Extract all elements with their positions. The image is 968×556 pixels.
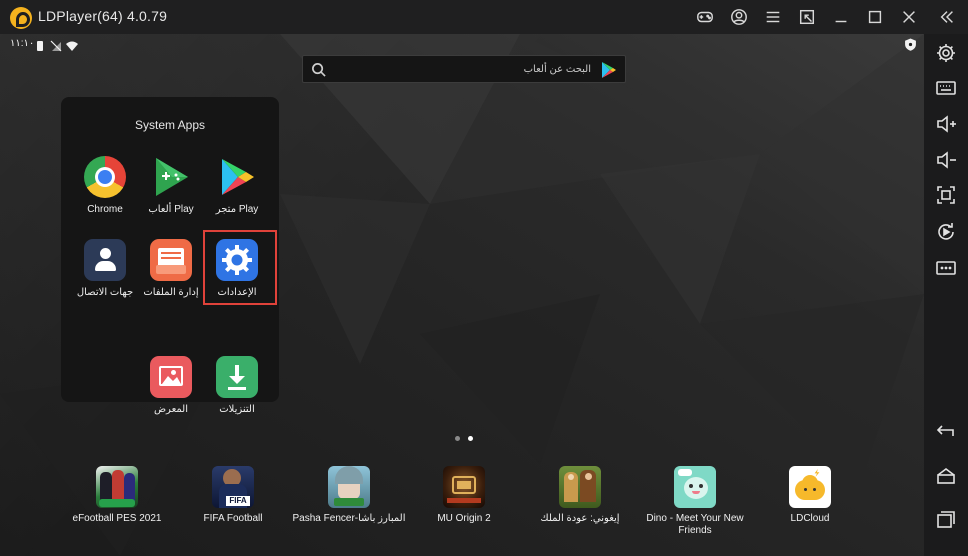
chrome-icon: [84, 156, 126, 198]
minimize-icon[interactable]: [830, 6, 852, 28]
volume-up-icon[interactable]: [935, 113, 957, 135]
folder-title: System Apps: [134, 118, 206, 132]
status-clock: ١١:١٠: [10, 38, 35, 49]
ldplayer-window: LDPlayer(64) 4.0.79 ١١:١٠ البحث عن ألعاب…: [0, 0, 968, 556]
status-bar: ١١:١٠: [0, 34, 924, 56]
menu-icon[interactable]: [762, 6, 784, 28]
account-icon[interactable]: [728, 6, 750, 28]
volume-down-icon[interactable]: [935, 149, 957, 171]
app-play-store[interactable]: متجر Play: [201, 156, 271, 218]
maximize-icon[interactable]: [864, 6, 886, 28]
mini-mode-icon[interactable]: [796, 6, 818, 28]
play-games-icon: [150, 156, 192, 198]
app-label: متجر Play: [215, 204, 259, 215]
operation-record-icon[interactable]: [935, 221, 957, 243]
settings-gear-icon[interactable]: [935, 42, 957, 64]
game-search-bar[interactable]: البحث عن ألعاب: [302, 55, 626, 83]
wifi-icon: [66, 39, 78, 57]
dock-app-label: إيغوني: عودة الملك: [540, 513, 620, 524]
dock-app-label: MU Origin 2: [437, 513, 491, 524]
window-title: LDPlayer(64) 4.0.79: [38, 8, 168, 24]
gallery-icon: [150, 356, 192, 398]
back-icon[interactable]: [935, 420, 957, 442]
selected-app-highlight: [203, 230, 277, 305]
dock-app-label: eFootball PES 2021: [72, 513, 162, 524]
title-bar: LDPlayer(64) 4.0.79: [0, 0, 968, 34]
home-icon[interactable]: [935, 465, 957, 487]
app-downloads[interactable]: التنزيلات: [201, 356, 271, 418]
shield-icon: [904, 38, 917, 56]
pasha-fencer-icon: [328, 466, 370, 508]
recent-apps-icon[interactable]: [935, 508, 957, 530]
igoni-icon: [559, 466, 601, 508]
dock-app-label: FIFA Football: [203, 513, 263, 524]
dino-icon: [674, 466, 716, 508]
page-dot-1[interactable]: [455, 436, 460, 441]
more-options-icon[interactable]: [935, 257, 957, 279]
app-label: التنزيلات: [219, 404, 255, 415]
fifa-icon: FIFA: [212, 466, 254, 508]
play-store-icon: [216, 156, 258, 198]
search-icon[interactable]: [311, 62, 326, 77]
system-apps-folder: System Apps Chrome ألعاب Play متجر Play …: [61, 97, 279, 415]
android-home-screen: ١١:١٠ البحث عن ألعاب System Apps Chrome …: [0, 34, 924, 556]
dock-app-label: Pasha Fencer-المبارز باشا: [292, 513, 406, 524]
ldcloud-icon: [789, 466, 831, 508]
search-placeholder: البحث عن ألعاب: [523, 64, 591, 75]
keyboard-icon[interactable]: [935, 77, 957, 99]
close-icon[interactable]: [898, 6, 920, 28]
no-signal-icon: [50, 39, 62, 57]
page-dot-2-active[interactable]: [468, 436, 473, 441]
emulator-toolbar: [924, 34, 968, 556]
gamepad-icon[interactable]: [694, 6, 716, 28]
battery-icon: [34, 39, 46, 57]
dock-app-label: Dino - Meet Your New Friends: [646, 513, 744, 536]
downloads-icon: [216, 356, 258, 398]
mu-origin-2-icon: [443, 466, 485, 508]
contacts-icon: [84, 239, 126, 281]
dock-app-label: LDCloud: [790, 513, 830, 524]
efootball-icon: [96, 466, 138, 508]
fullscreen-icon[interactable]: [935, 184, 957, 206]
collapse-sidebar-icon[interactable]: [936, 6, 958, 28]
file-manager-icon: [150, 239, 192, 281]
ldplayer-logo-icon: [10, 7, 32, 29]
google-play-icon: [601, 61, 617, 79]
